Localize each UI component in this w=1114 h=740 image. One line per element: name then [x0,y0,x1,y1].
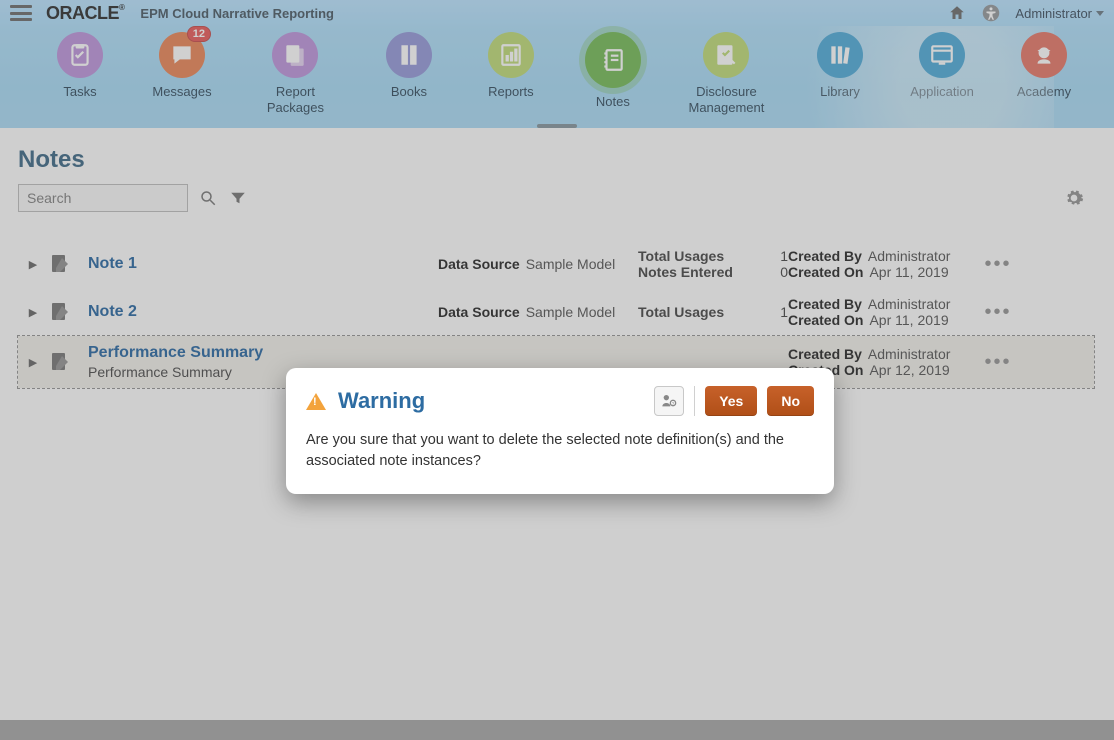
dialog-title: Warning [338,388,425,414]
no-button[interactable]: No [767,386,814,416]
svg-text:?: ? [672,401,675,406]
yes-button[interactable]: Yes [705,386,757,416]
dialog-message: Are you sure that you want to delete the… [306,430,814,472]
assist-button[interactable]: ? [654,386,684,416]
divider [694,386,695,416]
warning-dialog: Warning ? Yes No Are you sure that you w… [286,368,834,494]
warning-icon [306,393,326,410]
